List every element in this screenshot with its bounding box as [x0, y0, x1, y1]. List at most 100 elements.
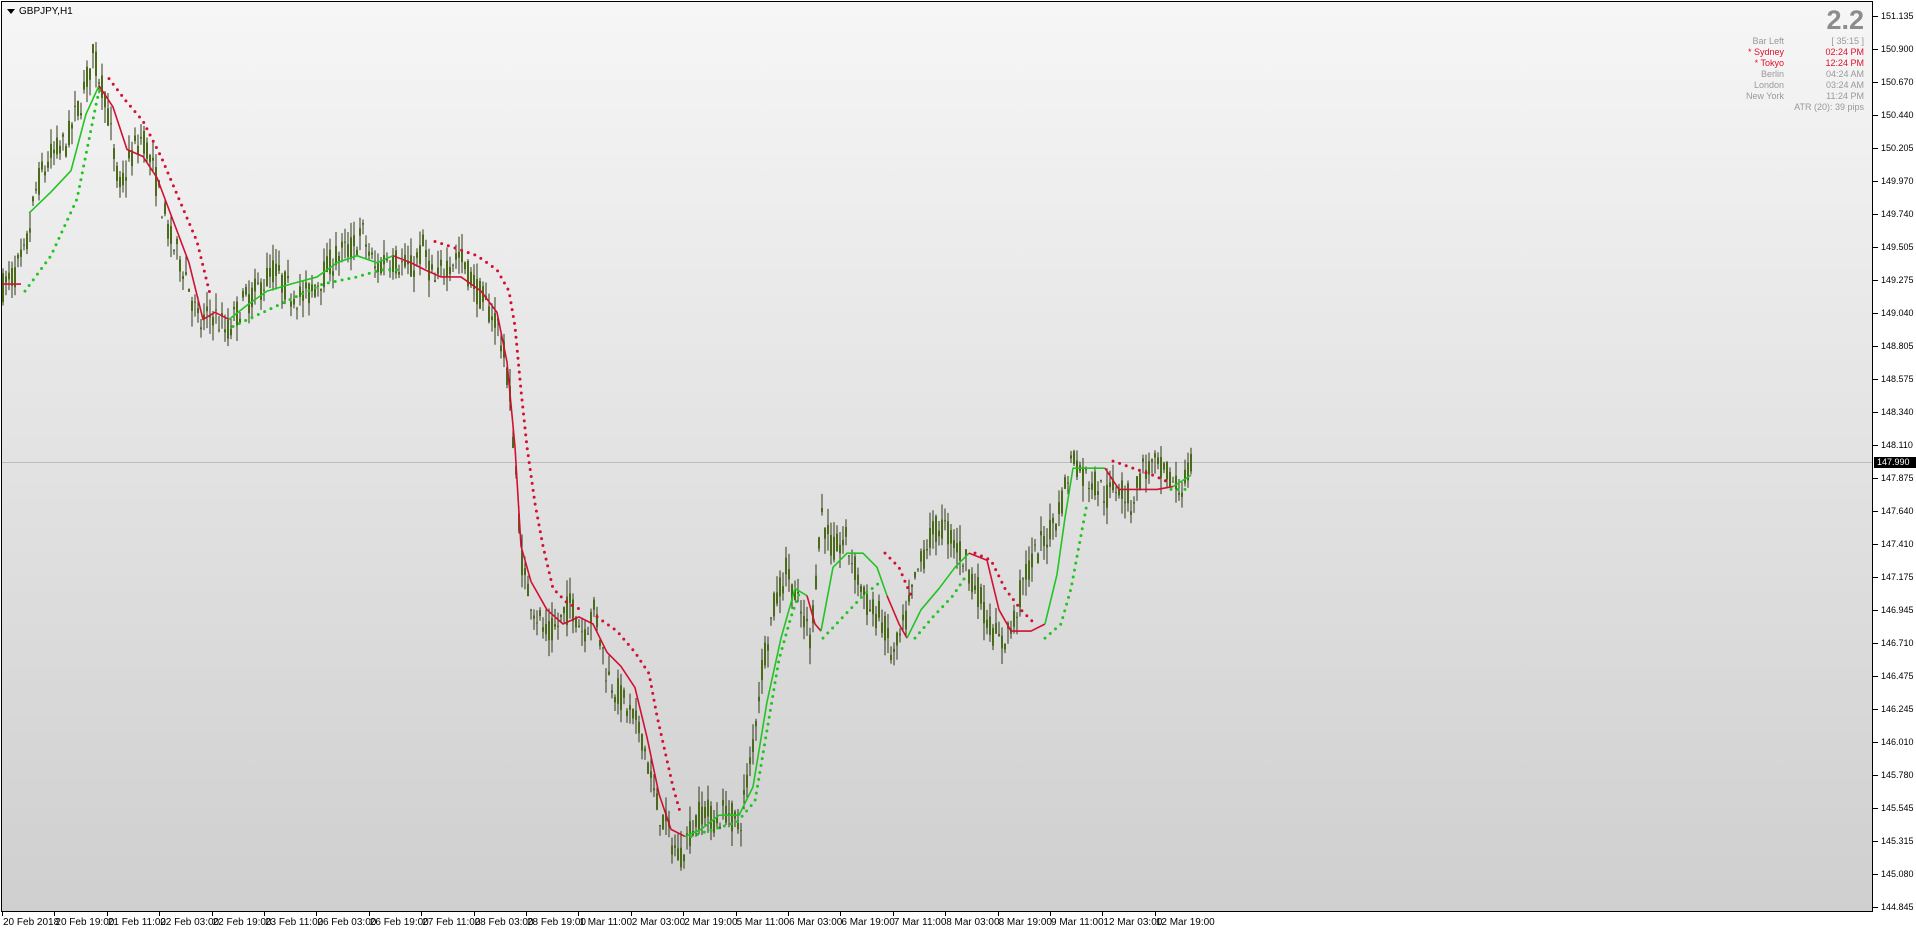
candle-body — [494, 312, 496, 328]
candle-body — [149, 155, 151, 163]
candle-body — [362, 223, 364, 225]
candle-body — [1034, 544, 1036, 546]
candles — [2, 42, 1192, 871]
candle-body — [620, 685, 622, 710]
candle-body — [1136, 476, 1138, 488]
price-tick-label: 145.545 — [1881, 803, 1914, 813]
session-row: * Sydney 02:24 PM — [1664, 47, 1864, 58]
price-tick — [1873, 115, 1878, 116]
candle-body — [1190, 453, 1192, 472]
candle-body — [449, 267, 451, 274]
price-tick — [1873, 808, 1878, 809]
candle-body — [533, 615, 535, 619]
candle-body — [140, 136, 142, 139]
candle-body — [914, 572, 916, 578]
candle-body — [935, 516, 937, 542]
time-axis[interactable]: 20 Feb 2018 20 Feb 19:00 21 Feb 11:00 22 Fe… — [0, 912, 1873, 933]
candle-body — [1097, 491, 1099, 495]
candle-body — [392, 255, 394, 272]
price-tick — [1873, 907, 1878, 908]
candle-body — [293, 298, 295, 305]
candle-body — [1103, 501, 1105, 503]
candle-body — [5, 276, 7, 283]
candle-body — [839, 544, 841, 554]
time-tick-label: 28 Feb 19:00 — [527, 917, 586, 928]
candle-body — [881, 622, 883, 633]
candle-body — [266, 268, 268, 286]
candle-body — [101, 75, 103, 98]
candle-body — [743, 789, 745, 795]
price-tick-label: 144.845 — [1881, 902, 1914, 912]
candle-body — [1124, 501, 1126, 504]
candle-body — [176, 238, 178, 245]
candle-body — [1175, 475, 1177, 489]
candle-body — [344, 241, 346, 243]
time-tick-label: 1 Mar 11:00 — [579, 917, 633, 928]
candle-body — [224, 329, 226, 333]
time-tick — [945, 912, 947, 916]
candle-body — [821, 507, 823, 513]
candle-body — [206, 306, 208, 312]
time-tick — [421, 912, 423, 916]
candle-body — [707, 799, 709, 817]
candle-body — [587, 633, 589, 635]
candle-body — [989, 616, 991, 635]
candle-body — [167, 223, 169, 239]
candle-body — [272, 260, 274, 283]
price-tick — [1873, 676, 1878, 677]
candle-body — [323, 261, 325, 288]
candle-body — [1127, 483, 1129, 504]
candle-body — [578, 625, 580, 628]
candle-body — [371, 252, 373, 255]
candle-body — [929, 528, 931, 548]
candle-body — [263, 289, 265, 291]
candle-body — [860, 586, 862, 592]
candle-body — [1142, 458, 1144, 462]
candle-body — [233, 307, 235, 310]
candle-body — [773, 593, 775, 617]
candle-body — [800, 611, 802, 614]
price-tick — [1873, 280, 1878, 281]
candle-body — [947, 521, 949, 545]
candle-body — [944, 520, 946, 522]
candle-body — [683, 854, 685, 862]
candle-body — [932, 521, 934, 535]
candle-body — [215, 309, 217, 311]
info-panel: 2.2 Bar Left[ 35:15 ] * Sydney 02:24 PM * T… — [1664, 6, 1864, 113]
candle-body — [1184, 469, 1186, 484]
price-tick — [1873, 412, 1878, 413]
candle-body — [632, 708, 634, 719]
price-tick — [1873, 82, 1878, 83]
price-chart-svg — [2, 42, 1872, 871]
candle-body — [77, 100, 79, 116]
time-tick-label: 21 Feb 11:00 — [107, 917, 166, 928]
time-tick-label: 20 Feb 19:00 — [55, 917, 115, 928]
symbol-selector[interactable]: GBPJPY,H1 — [7, 6, 73, 17]
candle-body — [185, 272, 187, 275]
price-tick-label: 146.010 — [1881, 737, 1914, 747]
candle-body — [563, 607, 565, 614]
candle-body — [1163, 463, 1165, 470]
candle-body — [374, 266, 376, 269]
candle-body — [335, 245, 337, 265]
candle-body — [113, 148, 115, 160]
candle-body — [995, 623, 997, 634]
candle-body — [1157, 457, 1159, 464]
time-tick — [316, 912, 318, 916]
candle-body — [806, 618, 808, 622]
candle-body — [920, 551, 922, 562]
chart-plot-area[interactable]: GBPJPY,H1 2.2 Bar Left [ 35:15 ] * Sydney 0… — [1, 1, 1873, 912]
candle-body — [17, 254, 19, 259]
candle-body — [962, 565, 964, 567]
candle-body — [536, 622, 538, 624]
candle-body — [680, 847, 682, 868]
candle-body — [281, 274, 283, 293]
candle-body — [59, 145, 61, 154]
candle-body — [173, 250, 175, 252]
candle-body — [182, 276, 184, 279]
candle-body — [830, 535, 832, 556]
candle-body — [695, 815, 697, 828]
candle-body — [785, 557, 787, 575]
candle-body — [353, 235, 355, 247]
candle-body — [128, 150, 130, 159]
